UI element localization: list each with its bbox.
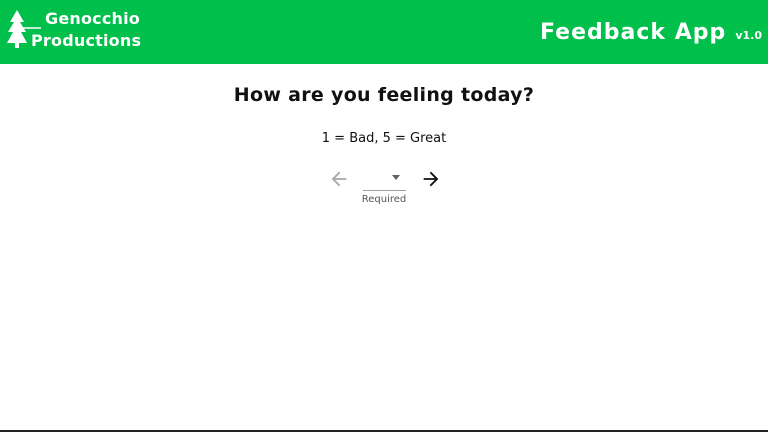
brand-logo: Genocchio Productions [7,9,141,55]
feedback-app: Genocchio Productions Feedback App v1.0 … [0,0,768,432]
app-version: v1.0 [735,29,762,42]
arrow-left-icon[interactable] [328,168,350,190]
scale-hint: 1 = Bad, 5 = Great [321,131,447,146]
brand-name-line1: Genocchio [45,9,141,28]
brand-name-line2: Productions [31,31,142,50]
question-heading: How are you feeling today? [233,84,535,106]
rating-navigation: Required [0,166,768,210]
required-helper-text: Required [361,194,407,205]
rating-select[interactable] [363,166,406,191]
app-header: Genocchio Productions Feedback App v1.0 [0,0,768,64]
dropdown-caret-icon [392,175,400,180]
app-title-text: Feedback App [540,20,727,45]
app-title: Feedback App v1.0 [540,20,762,45]
arrow-right-icon[interactable] [420,168,442,190]
